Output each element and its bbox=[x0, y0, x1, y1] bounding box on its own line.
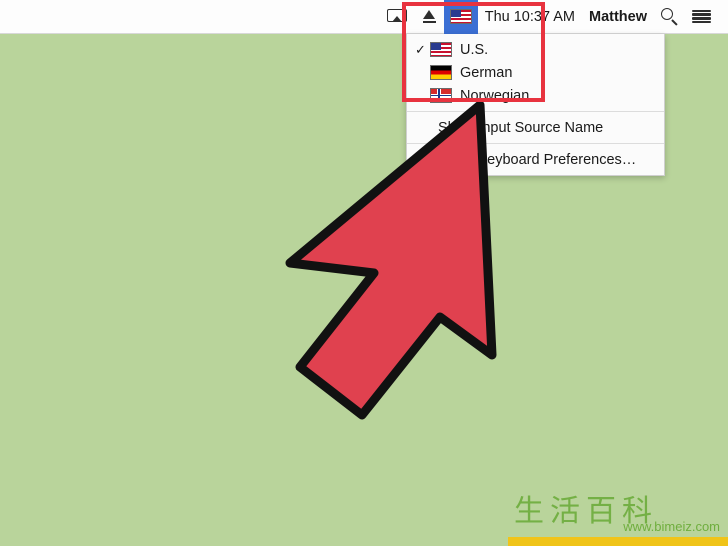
notification-center-button[interactable] bbox=[685, 0, 718, 34]
user-menu-item[interactable]: Matthew bbox=[582, 0, 654, 34]
airplay-menu-item[interactable] bbox=[380, 0, 415, 34]
us-flag-icon bbox=[430, 42, 452, 57]
menu-item-german[interactable]: German bbox=[407, 61, 664, 84]
list-icon bbox=[692, 9, 711, 24]
watermark-bar bbox=[508, 537, 728, 546]
eject-menu-item[interactable] bbox=[415, 0, 444, 34]
us-flag-icon bbox=[449, 9, 472, 24]
search-icon bbox=[661, 8, 678, 25]
menu-item-label: German bbox=[460, 64, 513, 81]
checkmark-icon: ✓ bbox=[415, 41, 426, 57]
watermark: 生活百科 www.bimeiz.com bbox=[508, 486, 728, 546]
clock[interactable]: Thu 10:37 AM bbox=[478, 0, 582, 34]
menu-item-label: U.S. bbox=[460, 41, 489, 58]
eject-icon bbox=[422, 9, 437, 24]
menu-bar: Thu 10:37 AM Matthew bbox=[0, 0, 728, 34]
pointer-arrow-annotation bbox=[285, 100, 497, 420]
input-source-menu-item[interactable] bbox=[443, 0, 478, 34]
menu-item-us[interactable]: ✓ U.S. bbox=[407, 38, 664, 61]
spotlight-search-button[interactable] bbox=[654, 0, 685, 34]
german-flag-icon bbox=[430, 65, 452, 80]
watermark-url: www.bimeiz.com bbox=[623, 519, 720, 534]
airplay-icon bbox=[386, 9, 408, 24]
